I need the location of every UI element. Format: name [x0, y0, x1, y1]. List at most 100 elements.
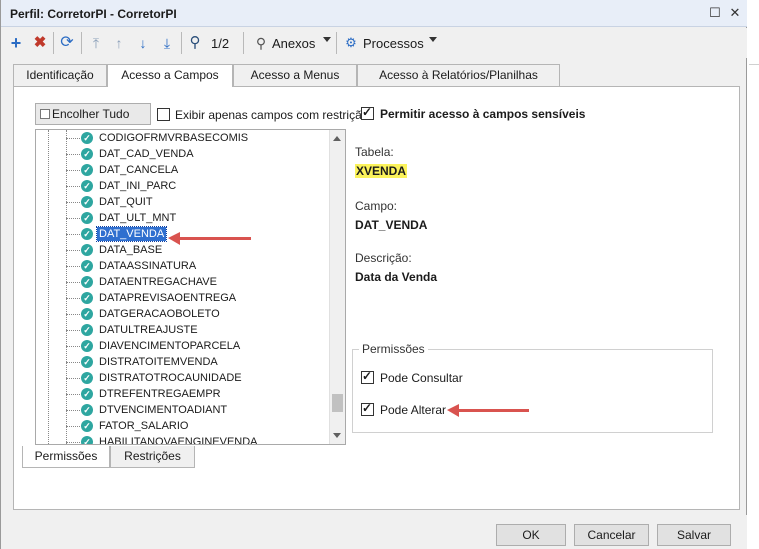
check-circle-icon: ✓ [81, 212, 93, 224]
chevron-down-icon[interactable] [323, 37, 331, 42]
ok-button[interactable]: OK [496, 524, 566, 546]
last-record-icon[interactable]: ⤓ [158, 33, 176, 53]
tab-label: Permissões [34, 449, 98, 463]
permissions-title: Permissões [359, 342, 428, 356]
search-icon[interactable]: ⚲ [186, 33, 204, 53]
tree-item-label: DAT_QUIT [99, 196, 153, 208]
fields-tree[interactable]: ✓ CODIGOFRMVRBASECOMIS ✓ DAT_CAD_VENDA ✓ DAT_… [35, 129, 346, 445]
tree-item[interactable]: ✓ DIAVENCIMENTOPARCELA [66, 338, 326, 354]
tree-connector [66, 298, 80, 299]
next-record-icon[interactable]: ↓ [134, 33, 152, 53]
check-circle-icon: ✓ [81, 260, 93, 272]
check-circle-icon: ✓ [81, 148, 93, 160]
tree-connector [66, 314, 80, 315]
check-circle-icon: ✓ [81, 420, 93, 432]
cancel-button[interactable]: Cancelar [574, 524, 649, 546]
check-circle-icon: ✓ [81, 404, 93, 416]
tree-item-label: DAT_CANCELA [99, 164, 179, 176]
tree-connector [66, 218, 80, 219]
scroll-down-icon[interactable] [333, 433, 341, 438]
restrict-only-checkbox[interactable] [157, 108, 170, 121]
add-icon[interactable]: + [7, 33, 25, 53]
tree-item[interactable]: ✓ HABILITANOVAENGINEVENDA [66, 434, 326, 445]
tree-item-label: DATAENTREGACHAVE [99, 276, 217, 288]
toolbar-separator [181, 32, 182, 54]
toolbar-separator [336, 32, 337, 54]
tree-item[interactable]: ✓ DATA_BASE [66, 242, 326, 258]
check-circle-icon: ✓ [81, 276, 93, 288]
tree-scrollbar[interactable] [329, 130, 345, 444]
tree-item[interactable]: ✓ DAT_CANCELA [66, 162, 326, 178]
tree-item[interactable]: ✓ DATAASSINATURA [66, 258, 326, 274]
gear-icon[interactable]: ⚙ [342, 33, 360, 53]
tree-item-label: DAT_CAD_VENDA [99, 148, 194, 160]
pode-consultar-checkbox[interactable] [361, 369, 374, 384]
chevron-down-icon[interactable] [429, 37, 437, 42]
tab-permissoes[interactable]: Permissões [22, 446, 110, 468]
save-button[interactable]: Salvar [657, 524, 731, 546]
restrict-only-label: Exibir apenas campos com restrição [175, 108, 369, 122]
tree-item[interactable]: ✓ DTREFENTREGAEMPR [66, 386, 326, 402]
check-circle-icon: ✓ [81, 180, 93, 192]
tab-restricoes[interactable]: Restrições [110, 446, 195, 468]
check-circle-icon: ✓ [81, 308, 93, 320]
tree-item[interactable]: ✓ DAT_ULT_MNT [66, 210, 326, 226]
tree-item[interactable]: ✓ DTVENCIMENTOADIANT [66, 402, 326, 418]
tree-connector [66, 330, 80, 331]
descricao-label: Descrição: [355, 251, 412, 265]
descricao-value: Data da Venda [355, 270, 438, 284]
tree-item[interactable]: ✓ FATOR_SALARIO [66, 418, 326, 434]
tree-connector [66, 266, 80, 267]
tree-item-label: HABILITANOVAENGINEVENDA [99, 436, 258, 445]
tab-acesso-relatorios[interactable]: Acesso à Relatórios/Planilhas [357, 64, 560, 86]
tree-item[interactable]: ✓ DISTRATOTROCAUNIDADE [66, 370, 326, 386]
scroll-up-icon[interactable] [333, 136, 341, 141]
check-circle-icon: ✓ [81, 340, 93, 352]
tree-connector [66, 234, 80, 235]
tab-identificacao[interactable]: Identificação [13, 64, 107, 86]
tab-acesso-campos[interactable]: Acesso a Campos [107, 64, 233, 87]
tree-item[interactable]: ✓ DATGERACAOBOLETO [66, 306, 326, 322]
title-bar: Perfil: CorretorPI - CorretorPI ☐ ✕ [1, 0, 747, 27]
tree-guide [48, 130, 49, 444]
scroll-thumb[interactable] [332, 394, 343, 412]
tree-item[interactable]: ✓ DISTRATOITEMVENDA [66, 354, 326, 370]
previous-record-icon[interactable]: ↑ [110, 33, 128, 53]
pode-consultar-label: Pode Consultar [380, 371, 463, 385]
first-record-icon[interactable]: ⤒ [87, 33, 105, 53]
tree-item-label: DAT_ULT_MNT [99, 212, 177, 224]
anexos-menu[interactable]: Anexos [272, 36, 315, 51]
tree-item[interactable]: ✓ DAT_INI_PARC [66, 178, 326, 194]
tree-item[interactable]: ✓ DATULTREAJUSTE [66, 322, 326, 338]
tree-connector [66, 394, 80, 395]
tree-item[interactable]: ✓ DAT_QUIT [66, 194, 326, 210]
paperclip-icon[interactable]: ⚲ [252, 33, 270, 53]
check-circle-icon: ✓ [81, 324, 93, 336]
close-icon[interactable]: ✕ [727, 5, 743, 21]
tree-item-label: DATGERACAOBOLETO [99, 308, 220, 320]
refresh-icon[interactable]: ⟳ [58, 33, 76, 53]
tab-label: Acesso a Menus [250, 68, 340, 82]
processos-menu[interactable]: Processos [363, 36, 424, 51]
sensitive-fields-label: Permitir acesso à campos sensíveis [380, 107, 586, 121]
tab-acesso-menus[interactable]: Acesso a Menus [233, 64, 357, 86]
check-circle-icon: ✓ [81, 228, 93, 240]
dialog-buttons: OK Cancelar Salvar [1, 515, 747, 549]
tree-item[interactable]: ✓ CODIGOFRMVRBASECOMIS [66, 130, 326, 146]
tree-item[interactable]: ✓ DAT_CAD_VENDA [66, 146, 326, 162]
tree-item[interactable]: ✓ DATAPREVISAOENTREGA [66, 290, 326, 306]
tree-connector [66, 170, 80, 171]
tree-item[interactable]: ✓ DATAENTREGACHAVE [66, 274, 326, 290]
tree-connector [66, 138, 80, 139]
maximize-icon[interactable]: ☐ [707, 5, 723, 21]
pode-alterar-label: Pode Alterar [380, 403, 447, 417]
tree-item-label: DATA_BASE [99, 244, 163, 256]
sensitive-fields-checkbox[interactable] [361, 105, 374, 120]
tree-connector [66, 426, 80, 427]
annotation-arrow-permissao [447, 404, 529, 417]
check-circle-icon: ✓ [81, 132, 93, 144]
delete-icon[interactable]: ✖ [31, 33, 49, 53]
collapse-all-button[interactable]: Encolher Tudo [35, 103, 151, 125]
tree-item-label: DTREFENTREGAEMPR [99, 388, 221, 400]
pode-alterar-checkbox[interactable] [361, 401, 374, 416]
